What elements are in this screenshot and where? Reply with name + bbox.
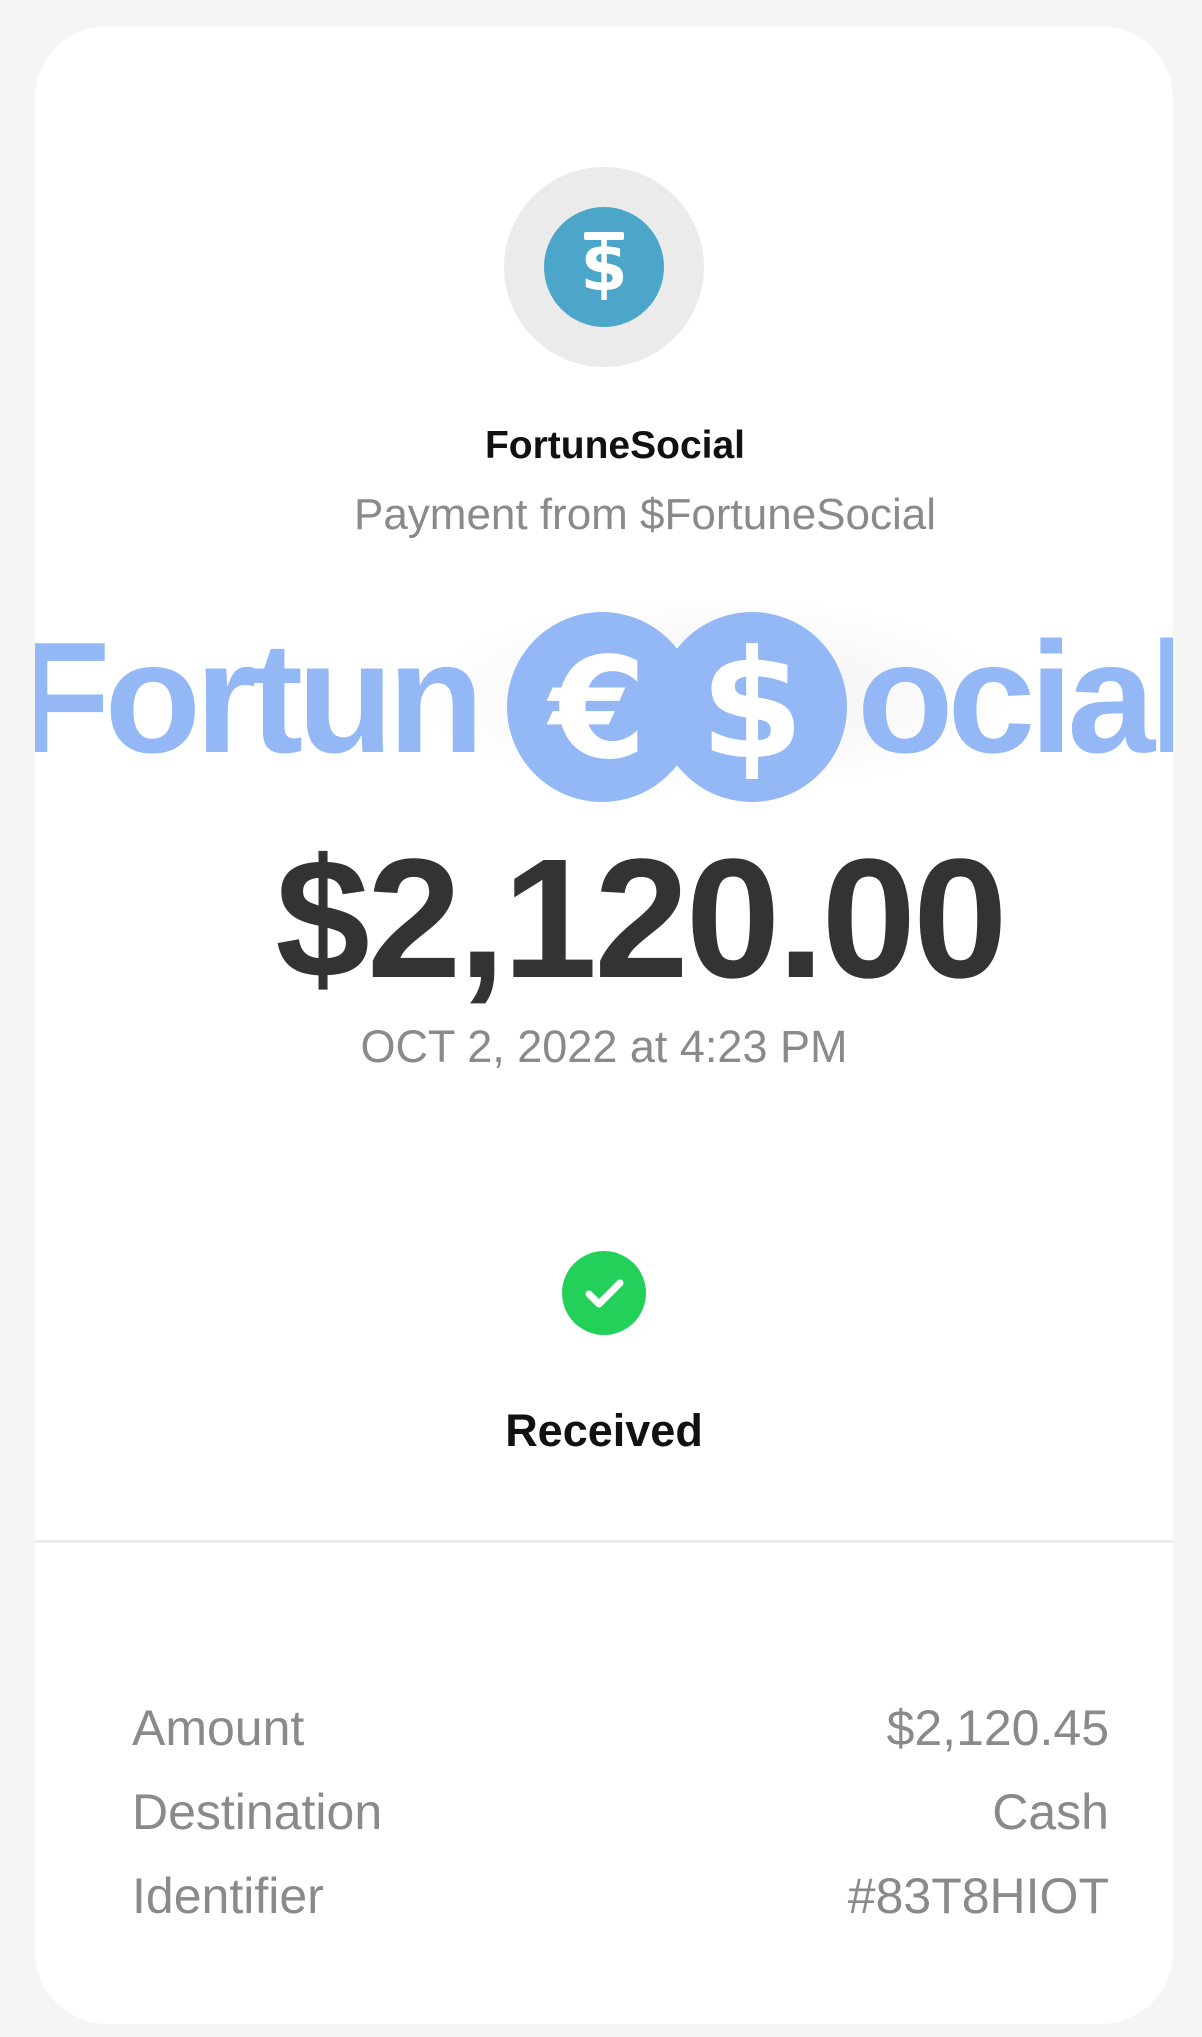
detail-label: Destination xyxy=(132,1784,383,1840)
status-label: Received xyxy=(505,1405,703,1456)
watermark-text-right: ocial xyxy=(857,610,1173,786)
divider xyxy=(35,1540,1173,1543)
detail-row-destination: Destination Cash xyxy=(132,1787,1109,1871)
payment-date: OCT 2, 2022 at 4:23 PM xyxy=(360,1021,848,1072)
watermark-coin-euro: € xyxy=(546,628,646,791)
detail-value: Cash xyxy=(992,1784,1109,1840)
sender-name: FortuneSocial xyxy=(484,424,746,467)
detail-row-amount: Amount $2,120.45 xyxy=(132,1703,1109,1787)
payment-details-list: Amount $2,120.45 Destination Cash Identi… xyxy=(132,1703,1109,1955)
detail-value: #83T8HIOT xyxy=(847,1868,1109,1924)
dollar-coin-icon: $ xyxy=(544,207,664,327)
check-circle-icon xyxy=(562,1251,646,1335)
payment-receipt-card: $ FortuneSocial Payment from $FortuneSoc… xyxy=(35,26,1173,2024)
watermark-text-left: Fortun xyxy=(35,610,478,786)
detail-label: Identifier xyxy=(132,1868,324,1924)
detail-value: $2,120.45 xyxy=(886,1700,1109,1756)
fortunesocial-watermark-logo: Fortun € $ ocial xyxy=(35,592,1173,812)
sender-subtitle: Payment from $FortuneSocial xyxy=(353,490,937,539)
detail-label: Amount xyxy=(132,1700,305,1756)
watermark-coin-dollar: $ xyxy=(700,619,804,793)
detail-row-identifier: Identifier #83T8HIOT xyxy=(132,1871,1109,1955)
payment-amount: $2,120.00 xyxy=(275,824,1007,1014)
